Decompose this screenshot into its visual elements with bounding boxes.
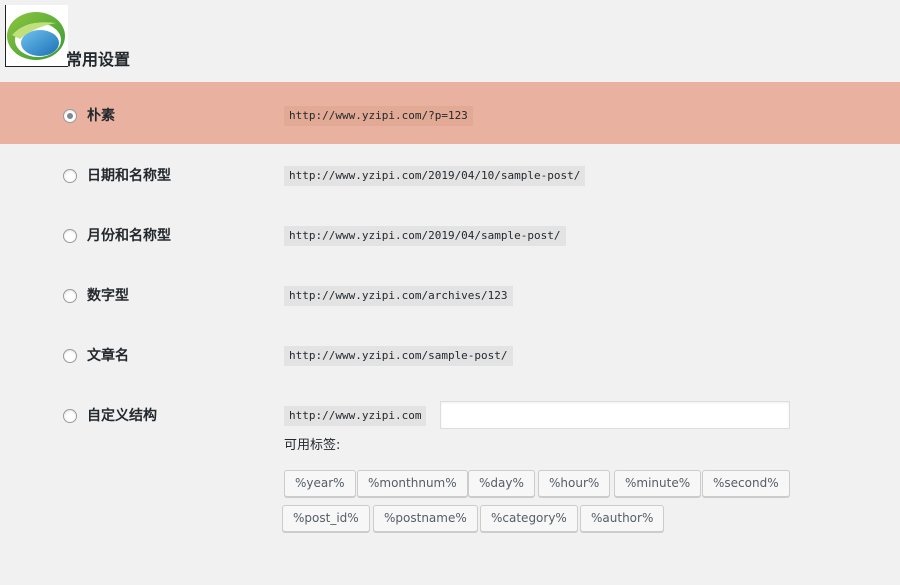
radio-plain[interactable] bbox=[63, 109, 77, 123]
option-label-day-name[interactable]: 日期和名称型 bbox=[87, 167, 171, 185]
tag-button-postname[interactable]: %postname% bbox=[373, 505, 478, 532]
radio-numeric[interactable] bbox=[63, 289, 77, 303]
radio-month-name[interactable] bbox=[63, 229, 77, 243]
tag-button-hour[interactable]: %hour% bbox=[538, 470, 611, 497]
tag-button-day[interactable]: %day% bbox=[468, 470, 535, 497]
tag-button-minute[interactable]: %minute% bbox=[614, 470, 702, 497]
available-tags-label: 可用标签: bbox=[284, 438, 341, 453]
example-url-numeric: http://www.yzipi.com/archives/123 bbox=[284, 286, 513, 306]
permalink-option-numeric[interactable]: 数字型 http://www.yzipi.com/archives/123 bbox=[0, 264, 900, 326]
tag-button-second[interactable]: %second% bbox=[702, 470, 790, 497]
permalink-option-post-name[interactable]: 文章名 http://www.yzipi.com/sample-post/ bbox=[0, 324, 900, 386]
tag-button-post-id[interactable]: %post_id% bbox=[282, 505, 370, 532]
permalink-option-plain[interactable]: 朴素 http://www.yzipi.com/?p=123 bbox=[0, 82, 900, 144]
radio-post-name[interactable] bbox=[63, 349, 77, 363]
example-url-plain: http://www.yzipi.com/?p=123 bbox=[284, 106, 473, 126]
radio-day-name[interactable] bbox=[63, 169, 77, 183]
tag-button-year[interactable]: %year% bbox=[284, 470, 356, 497]
tag-button-category[interactable]: %category% bbox=[480, 505, 578, 532]
option-label-month-name[interactable]: 月份和名称型 bbox=[87, 227, 171, 245]
example-url-post-name: http://www.yzipi.com/sample-post/ bbox=[284, 346, 513, 366]
option-label-numeric[interactable]: 数字型 bbox=[87, 287, 129, 305]
example-url-month-name: http://www.yzipi.com/2019/04/sample-post… bbox=[284, 226, 566, 246]
example-url-day-name: http://www.yzipi.com/2019/04/10/sample-p… bbox=[284, 166, 586, 186]
permalink-option-month-name[interactable]: 月份和名称型 http://www.yzipi.com/2019/04/samp… bbox=[0, 204, 900, 266]
permalink-option-day-name[interactable]: 日期和名称型 http://www.yzipi.com/2019/04/10/s… bbox=[0, 144, 900, 206]
custom-structure-input[interactable] bbox=[440, 401, 790, 429]
tag-button-author[interactable]: %author% bbox=[580, 505, 665, 532]
leaf-drop-logo-icon bbox=[7, 12, 65, 60]
site-logo bbox=[5, 5, 68, 67]
section-title: 常用设置 bbox=[66, 50, 131, 69]
option-label-post-name[interactable]: 文章名 bbox=[87, 347, 129, 365]
custom-url-prefix: http://www.yzipi.com bbox=[284, 406, 427, 426]
tag-button-monthnum[interactable]: %monthnum% bbox=[357, 470, 468, 497]
option-label-custom[interactable]: 自定义结构 bbox=[87, 407, 157, 425]
option-label-plain[interactable]: 朴素 bbox=[87, 107, 115, 125]
radio-custom[interactable] bbox=[63, 409, 77, 423]
